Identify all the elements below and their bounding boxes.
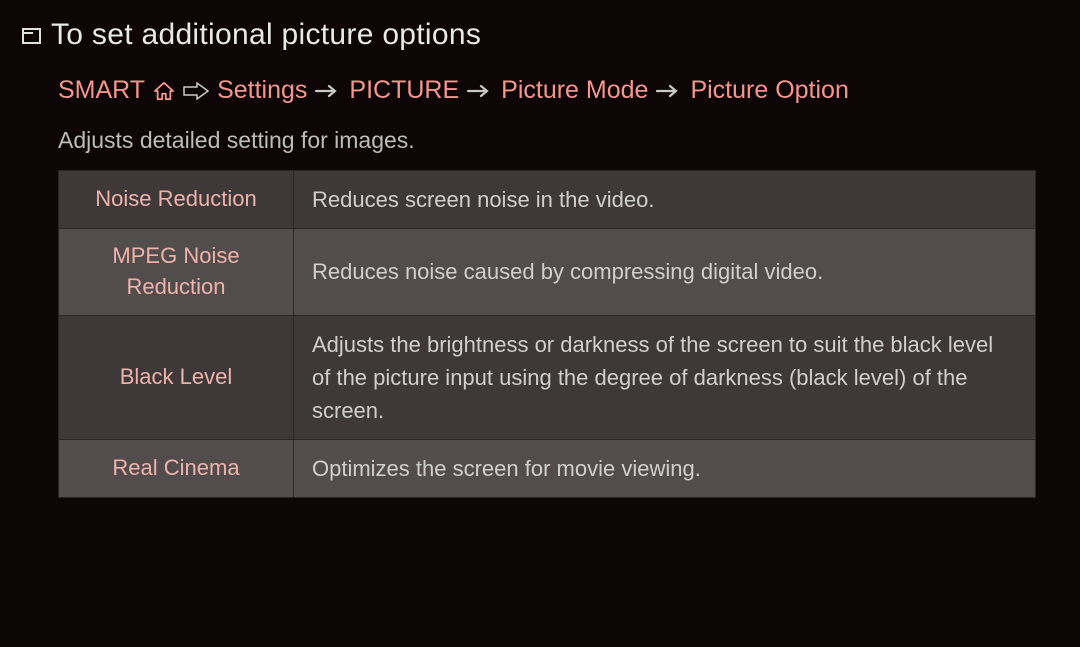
section-bullet-icon <box>22 28 41 44</box>
option-description: Optimizes the screen for movie viewing. <box>294 439 1036 497</box>
arrow-icon <box>656 84 682 98</box>
option-name: MPEG Noise Reduction <box>59 229 294 316</box>
table-row: MPEG Noise Reduction Reduces noise cause… <box>59 229 1036 316</box>
breadcrumb-smart: SMART <box>58 76 145 105</box>
breadcrumb-picture: PICTURE <box>349 76 459 105</box>
breadcrumb-picture-mode: Picture Mode <box>501 76 648 105</box>
option-description: Reduces screen noise in the video. <box>294 171 1036 229</box>
breadcrumb-settings: Settings <box>217 76 307 105</box>
breadcrumb: SMART Settings PICTURE Picture Mode <box>58 76 1058 105</box>
option-description: Reduces noise caused by compressing digi… <box>294 229 1036 316</box>
table-row: Black Level Adjusts the brightness or da… <box>59 315 1036 439</box>
home-icon <box>153 81 175 101</box>
table-row: Noise Reduction Reduces screen noise in … <box>59 171 1036 229</box>
table-row: Real Cinema Optimizes the screen for mov… <box>59 439 1036 497</box>
option-name: Noise Reduction <box>59 171 294 229</box>
option-description: Adjusts the brightness or darkness of th… <box>294 315 1036 439</box>
arrow-icon <box>315 84 341 98</box>
arrow-icon <box>467 84 493 98</box>
page-title-row: To set additional picture options <box>22 18 1058 52</box>
breadcrumb-picture-option: Picture Option <box>690 76 848 105</box>
option-name: Real Cinema <box>59 439 294 497</box>
arrow-outline-icon <box>183 82 209 100</box>
options-table: Noise Reduction Reduces screen noise in … <box>58 170 1036 498</box>
page-title: To set additional picture options <box>51 18 481 52</box>
option-name: Black Level <box>59 315 294 439</box>
section-description: Adjusts detailed setting for images. <box>58 127 1058 154</box>
